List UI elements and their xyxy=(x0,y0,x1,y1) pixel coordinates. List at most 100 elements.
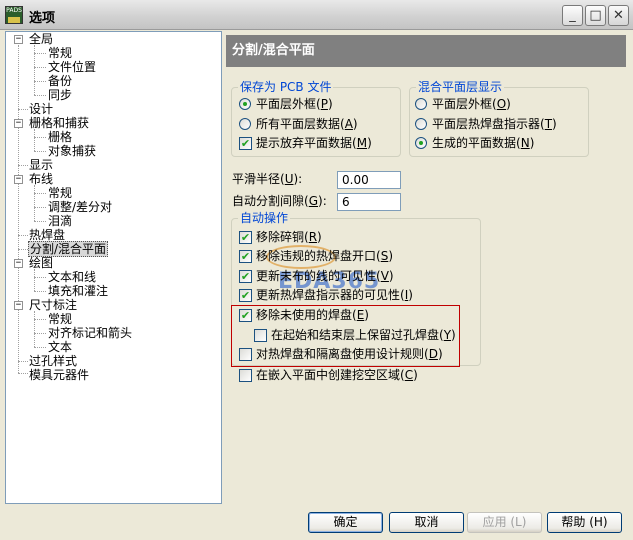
close-button[interactable]: ✕ xyxy=(608,5,629,26)
tree-branch xyxy=(34,319,46,320)
tree-branch xyxy=(18,373,28,374)
checkbox-indicator xyxy=(239,369,252,382)
label-text: 移除碎铜 xyxy=(256,230,305,244)
hotkey: E xyxy=(356,308,365,322)
label-text: 移除未使用的焊盘 xyxy=(256,308,353,322)
tree-item-thermals[interactable]: 热焊盘 xyxy=(28,228,66,242)
settings-page: 分割/混合平面 保存为 PCB 文件 平面层外框(P) 所有平面层数据(A) ✔… xyxy=(226,31,627,504)
tree-item-routing-general[interactable]: 常规 xyxy=(47,186,73,200)
tree-branch xyxy=(34,347,46,348)
tree-item-global[interactable]: 全局 xyxy=(28,32,54,46)
minimize-button[interactable]: _ xyxy=(562,5,583,26)
tree-item-drawing[interactable]: 绘图 xyxy=(28,256,54,270)
maximize-button[interactable]: □ xyxy=(585,5,606,26)
tree-toggle-global[interactable]: − xyxy=(14,35,23,44)
tree-branch xyxy=(34,81,46,82)
radio-indicator xyxy=(415,137,427,149)
tree-item-label: 对象捕获 xyxy=(48,144,97,158)
tree-item-grid-snap[interactable]: 栅格和捕获 xyxy=(28,116,90,130)
tree-item-display[interactable]: 显示 xyxy=(28,158,54,172)
tree-line xyxy=(34,311,35,347)
tree-item-sync[interactable]: 同步 xyxy=(47,88,73,102)
tree-branch xyxy=(34,137,46,138)
tree-item-general[interactable]: 常规 xyxy=(47,46,73,60)
radio-indicator xyxy=(415,98,427,110)
option-label: 平面层外框(P) xyxy=(256,97,333,111)
tree-item-label: 常规 xyxy=(48,46,73,60)
tree-item-text-lines[interactable]: 文本和线 xyxy=(47,270,97,284)
tree-item-label: 文本 xyxy=(48,340,73,354)
label-text: 更新热焊盘指示器的可见性 xyxy=(256,288,401,302)
tree-item-routing[interactable]: 布线 xyxy=(28,172,54,186)
tree-toggle-routing[interactable]: − xyxy=(14,175,23,184)
tree-item-alignment-arrows[interactable]: 对齐标记和箭头 xyxy=(47,326,133,340)
auto-split-gap-label: 自动分割间隙(G): xyxy=(232,194,327,208)
tree-line xyxy=(34,269,35,291)
label-text: 在起始和结束层上保留过孔焊盘 xyxy=(271,328,440,342)
hotkey: T xyxy=(544,117,553,131)
tree-item-tuning-diffpair[interactable]: 调整/差分对 xyxy=(47,200,113,214)
group-title: 自动操作 xyxy=(238,210,291,226)
tree-toggle-drawing[interactable]: − xyxy=(14,259,23,268)
smooth-radius-input[interactable]: 0.00 xyxy=(337,171,401,189)
tree-item-label: 备份 xyxy=(48,74,73,88)
tree-branch xyxy=(18,249,28,250)
hotkey: R xyxy=(308,230,318,244)
auto-split-gap-input[interactable]: 6 xyxy=(337,193,401,211)
app-icon-text: PADS xyxy=(6,7,22,14)
tree-branch xyxy=(34,291,46,292)
tree-item-label: 绘图 xyxy=(29,256,54,270)
help-button[interactable]: 帮助 (H) xyxy=(547,512,622,533)
tree-toggle-dimension[interactable]: − xyxy=(14,301,23,310)
tree-branch xyxy=(18,235,28,236)
tree-item-object-snap[interactable]: 对象捕获 xyxy=(47,144,97,158)
options-tree[interactable]: − − − − − 全局 常规 文件位置 备份 同步 设计 栅格和捕获 栅格 对… xyxy=(5,31,222,504)
cancel-button[interactable]: 取消 xyxy=(389,512,464,533)
checkbox-indicator: ✔ xyxy=(239,231,252,244)
tree-item-label: 布线 xyxy=(29,172,54,186)
option-label: 提示放弃平面数据(M) xyxy=(256,136,372,150)
tree-item-file-locations[interactable]: 文件位置 xyxy=(47,60,97,74)
group-title: 混合平面层显示 xyxy=(416,79,505,95)
tree-item-label: 文本和线 xyxy=(48,270,97,284)
tree-toggle-grid[interactable]: − xyxy=(14,119,23,128)
label-text: 提示放弃平面数据 xyxy=(256,136,353,150)
hotkey: N xyxy=(520,136,530,150)
hotkey: M xyxy=(356,136,368,150)
checkbox-indicator: ✔ xyxy=(239,270,252,283)
tree-item-die-component[interactable]: 模具元器件 xyxy=(28,368,90,382)
tree-item-grid[interactable]: 栅格 xyxy=(47,130,73,144)
option-label: 移除未使用的焊盘(E) xyxy=(256,308,369,322)
tree-item-split-mixed-plane[interactable]: 分割/混合平面 xyxy=(28,241,109,257)
tree-item-label: 模具元器件 xyxy=(29,368,90,382)
tree-branch xyxy=(34,333,46,334)
ok-button[interactable]: 确定 xyxy=(308,512,383,533)
tree-branch xyxy=(34,221,46,222)
tree-item-label: 常规 xyxy=(48,186,73,200)
tree-item-design[interactable]: 设计 xyxy=(28,102,54,116)
label-text: 生成的平面数据 xyxy=(432,136,517,150)
radio-indicator xyxy=(239,98,251,110)
tree-item-label: 填充和灌注 xyxy=(48,284,109,298)
apply-button[interactable]: 应用 (L) xyxy=(467,512,542,533)
tree-item-backup[interactable]: 备份 xyxy=(47,74,73,88)
label-text: 在嵌入平面中创建挖空区域 xyxy=(256,368,401,382)
hotkey: G xyxy=(308,194,319,208)
option-label: 所有平面层数据(A) xyxy=(256,117,358,131)
tree-branch xyxy=(18,165,28,166)
radio-indicator xyxy=(239,118,251,130)
tree-line xyxy=(34,129,35,151)
option-label: 生成的平面数据(N) xyxy=(432,136,535,150)
tree-item-via-styles[interactable]: 过孔样式 xyxy=(28,354,78,368)
tree-item-label: 调整/差分对 xyxy=(48,200,113,214)
tree-branch xyxy=(18,109,28,110)
hotkey: A xyxy=(344,117,353,131)
tree-item-teardrops[interactable]: 泪滴 xyxy=(47,214,73,228)
tree-item-dimensioning[interactable]: 尺寸标注 xyxy=(28,298,78,312)
tree-item-fill-pour[interactable]: 填充和灌注 xyxy=(47,284,109,298)
title-bar: PADS 选项 _ □ ✕ xyxy=(0,0,633,30)
tree-item-dim-text[interactable]: 文本 xyxy=(47,340,73,354)
hotkey: P xyxy=(320,97,328,111)
tree-item-dim-general[interactable]: 常规 xyxy=(47,312,73,326)
tree-item-label: 对齐标记和箭头 xyxy=(48,326,133,340)
